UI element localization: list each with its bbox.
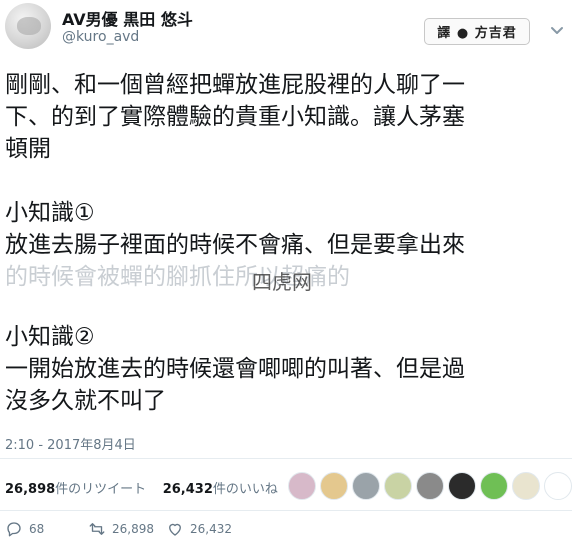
like-stat-label: 件のいいね bbox=[212, 482, 278, 497]
chevron-down-icon[interactable] bbox=[549, 22, 565, 38]
author-name[interactable]: AV男優 黒田 悠斗 bbox=[62, 6, 193, 30]
liker-avatar[interactable] bbox=[416, 472, 444, 500]
retweet-stat-count: 26,898 bbox=[5, 482, 56, 497]
liker-avatar[interactable] bbox=[288, 472, 316, 500]
tweet-line: 頓開 bbox=[5, 136, 51, 162]
liker-avatar[interactable] bbox=[480, 472, 508, 500]
like-button[interactable]: 26,432 bbox=[166, 520, 232, 538]
translator-badge: 譯 ● 方吉君 bbox=[424, 18, 530, 45]
liker-avatar[interactable] bbox=[544, 472, 572, 500]
engagement-stats: 26,898件のリツイート 26,432件のいいね bbox=[5, 478, 278, 497]
avatar[interactable] bbox=[5, 3, 51, 49]
like-icon bbox=[169, 523, 181, 536]
tweet-header: AV男優 黒田 悠斗 @kuro_avd 譯 ● 方吉君 bbox=[0, 0, 572, 58]
liker-avatar[interactable] bbox=[320, 472, 348, 500]
tweet-timestamp[interactable]: 2:10 - 2017年8月4日 bbox=[5, 434, 136, 453]
retweet-count: 26,898 bbox=[112, 522, 154, 536]
like-stat[interactable]: 26,432件のいいね bbox=[163, 482, 278, 497]
tweet-line: 小知識② bbox=[5, 324, 95, 350]
like-stat-count: 26,432 bbox=[162, 482, 213, 497]
avatar-image bbox=[17, 17, 41, 35]
liker-avatar[interactable] bbox=[352, 472, 380, 500]
retweet-button[interactable]: 26,898 bbox=[88, 520, 154, 538]
reply-button[interactable]: 68 bbox=[5, 520, 44, 538]
divider bbox=[0, 510, 572, 511]
tweet-line: 一開始放進去的時候還會唧唧的叫著、但是過 bbox=[5, 356, 465, 382]
tweet-line: 剛剛、和一個曾經把蟬放進屁股裡的人聊了一 bbox=[5, 72, 465, 98]
retweet-stat-label: 件のリツイート bbox=[55, 482, 147, 497]
tweet-line: 放進去腸子裡面的時候不會痛、但是要拿出來 bbox=[5, 232, 465, 258]
author-handle[interactable]: @kuro_avd bbox=[62, 29, 139, 45]
reply-count: 68 bbox=[29, 522, 45, 536]
liker-avatar[interactable] bbox=[512, 472, 540, 500]
tweet-line: 下、的到了實際體驗的貴重小知識。讓人茅塞 bbox=[5, 104, 465, 130]
watermark: 四虎网 bbox=[252, 270, 312, 294]
tweet-actions: 68 26,898 26,432 bbox=[0, 520, 572, 544]
retweet-stat[interactable]: 26,898件のリツイート bbox=[5, 482, 146, 497]
like-count: 26,432 bbox=[190, 522, 232, 536]
tweet-line: 沒多久就不叫了 bbox=[5, 388, 166, 414]
liker-avatar[interactable] bbox=[384, 472, 412, 500]
retweet-icon bbox=[89, 523, 105, 535]
tweet-line: 小知識① bbox=[5, 200, 95, 226]
divider bbox=[0, 458, 572, 459]
liker-avatar[interactable] bbox=[448, 472, 476, 500]
reply-icon bbox=[7, 522, 21, 537]
